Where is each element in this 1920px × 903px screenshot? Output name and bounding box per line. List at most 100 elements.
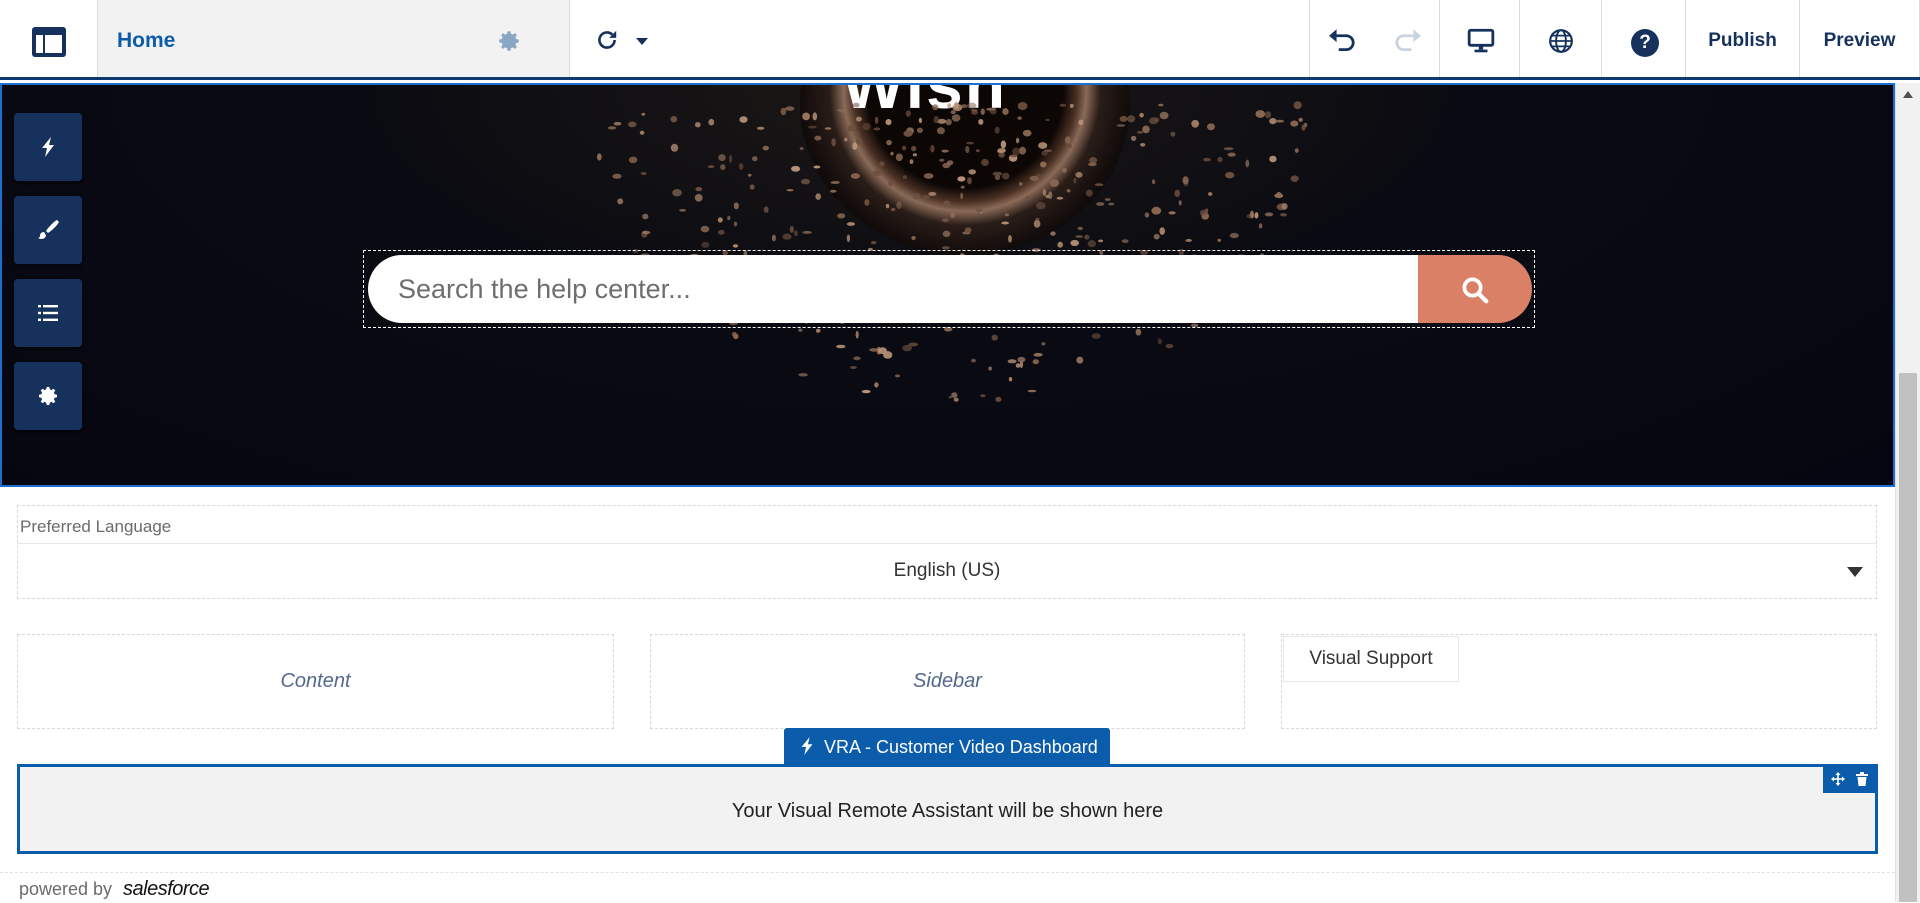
- scroll-up-icon[interactable]: [1903, 91, 1913, 98]
- help-button[interactable]: ?: [1602, 0, 1686, 77]
- coffee-grain: [968, 169, 976, 175]
- hero-banner[interactable]: Wish Search the help center...: [0, 83, 1895, 487]
- coffee-grain: [932, 104, 939, 111]
- coffee-grain: [733, 202, 739, 210]
- coffee-grain: [1157, 338, 1162, 345]
- visual-support-tab[interactable]: Visual Support: [1283, 636, 1459, 682]
- coffee-grain: [798, 328, 803, 332]
- coffee-grain: [971, 358, 976, 363]
- coffee-grain: [628, 156, 638, 164]
- vra-component[interactable]: Your Visual Remote Assistant will be sho…: [17, 764, 1878, 854]
- footer: powered by salesforce: [0, 872, 1895, 903]
- search-input[interactable]: Search the help center...: [368, 255, 1418, 323]
- page-selector[interactable]: Home: [98, 0, 648, 77]
- coffee-grain: [1002, 172, 1010, 180]
- language-select[interactable]: English (US): [18, 543, 1876, 598]
- coffee-grain: [902, 175, 907, 179]
- coffee-grain: [861, 389, 871, 394]
- help-icon[interactable]: ?: [1631, 29, 1659, 57]
- coffee-grain: [1108, 202, 1115, 206]
- coffee-grain: [1203, 157, 1211, 162]
- scrollbar-thumb[interactable]: [1899, 373, 1917, 902]
- coffee-grain: [967, 177, 972, 185]
- lightning-icon: [801, 737, 813, 755]
- coffee-grain: [617, 198, 624, 205]
- coffee-grain: [994, 126, 1000, 134]
- coffee-grain: [942, 230, 951, 237]
- coffee-grain: [1050, 179, 1059, 187]
- coffee-grain: [1070, 239, 1079, 247]
- coffee-grain: [1151, 206, 1162, 215]
- page-name[interactable]: Home: [117, 29, 175, 53]
- coffee-grain: [846, 234, 851, 243]
- coffee-grain: [1088, 162, 1097, 167]
- coffee-grain: [1096, 202, 1105, 206]
- coffee-grain: [1025, 196, 1032, 200]
- coffee-grain: [1064, 136, 1071, 144]
- language-selected-value[interactable]: English (US): [18, 560, 1876, 582]
- coffee-grain: [1040, 161, 1047, 168]
- coffee-grain: [1077, 226, 1083, 231]
- device-preview[interactable]: [1440, 0, 1520, 77]
- coffee-grain: [1015, 137, 1020, 144]
- preview-button[interactable]: Preview: [1800, 0, 1920, 77]
- coffee-grain: [888, 181, 894, 187]
- coffee-grain: [964, 227, 972, 233]
- app-logo-icon[interactable]: [32, 27, 66, 57]
- pages-tool-button[interactable]: [14, 279, 82, 347]
- coffee-grain: [708, 118, 715, 126]
- coffee-grain: [1250, 210, 1254, 219]
- undo-icon[interactable]: [1328, 27, 1358, 53]
- refresh-section: [570, 0, 1310, 77]
- coffee-grain: [799, 147, 804, 150]
- sidebar-region[interactable]: Sidebar: [650, 634, 1245, 729]
- coffee-grain: [1298, 117, 1303, 122]
- desktop-icon[interactable]: [1467, 28, 1495, 54]
- language-toggle[interactable]: [1520, 0, 1602, 77]
- delete-icon[interactable]: [1855, 772, 1869, 786]
- coffee-grain: [1275, 119, 1285, 123]
- theme-tool-button[interactable]: [14, 196, 82, 264]
- coffee-grain: [1254, 212, 1259, 219]
- coffee-grain: [1159, 227, 1165, 235]
- coffee-grain: [732, 244, 739, 248]
- globe-icon[interactable]: [1548, 28, 1574, 54]
- coffee-grain: [885, 203, 890, 209]
- search-button[interactable]: [1418, 255, 1532, 323]
- redo-icon[interactable]: [1392, 27, 1422, 53]
- coffee-grain: [1036, 202, 1046, 210]
- components-tool-button[interactable]: [14, 113, 82, 181]
- coffee-grain: [672, 189, 682, 197]
- search-component[interactable]: Search the help center...: [363, 250, 1535, 328]
- coffee-grain: [752, 156, 758, 162]
- coffee-grain: [1168, 211, 1176, 215]
- preview-label[interactable]: Preview: [1800, 30, 1919, 52]
- coffee-grain: [1032, 359, 1040, 365]
- vra-placeholder-text: Your Visual Remote Assistant will be sho…: [731, 800, 1164, 822]
- content-region[interactable]: Content: [17, 634, 614, 729]
- coffee-grain: [941, 149, 949, 153]
- coffee-grain: [916, 127, 923, 133]
- chevron-down-icon[interactable]: [1847, 567, 1863, 577]
- coffee-grain: [782, 233, 792, 240]
- visual-support-region[interactable]: Visual Support: [1281, 634, 1877, 729]
- component-label-tab[interactable]: VRA - Customer Video Dashboard: [784, 728, 1110, 764]
- coffee-grain: [1041, 342, 1046, 346]
- coffee-grain: [1042, 189, 1047, 196]
- coffee-grain: [957, 176, 966, 182]
- coffee-grain: [763, 206, 769, 213]
- language-selector-component[interactable]: Preferred Language English (US): [17, 505, 1877, 599]
- gear-icon[interactable]: [496, 28, 522, 54]
- settings-tool-button[interactable]: [14, 362, 82, 430]
- move-icon[interactable]: [1831, 772, 1845, 786]
- coffee-grain: [596, 153, 602, 161]
- app-launcher[interactable]: [0, 0, 98, 77]
- coffee-grain: [879, 161, 885, 167]
- coffee-grain: [670, 143, 679, 152]
- page-scrollbar[interactable]: [1895, 83, 1920, 902]
- content-region-label: Content: [280, 670, 351, 692]
- publish-button[interactable]: Publish: [1686, 0, 1800, 77]
- coffee-grain: [997, 148, 1006, 153]
- refresh-icon[interactable]: [594, 27, 620, 53]
- publish-label[interactable]: Publish: [1686, 30, 1799, 52]
